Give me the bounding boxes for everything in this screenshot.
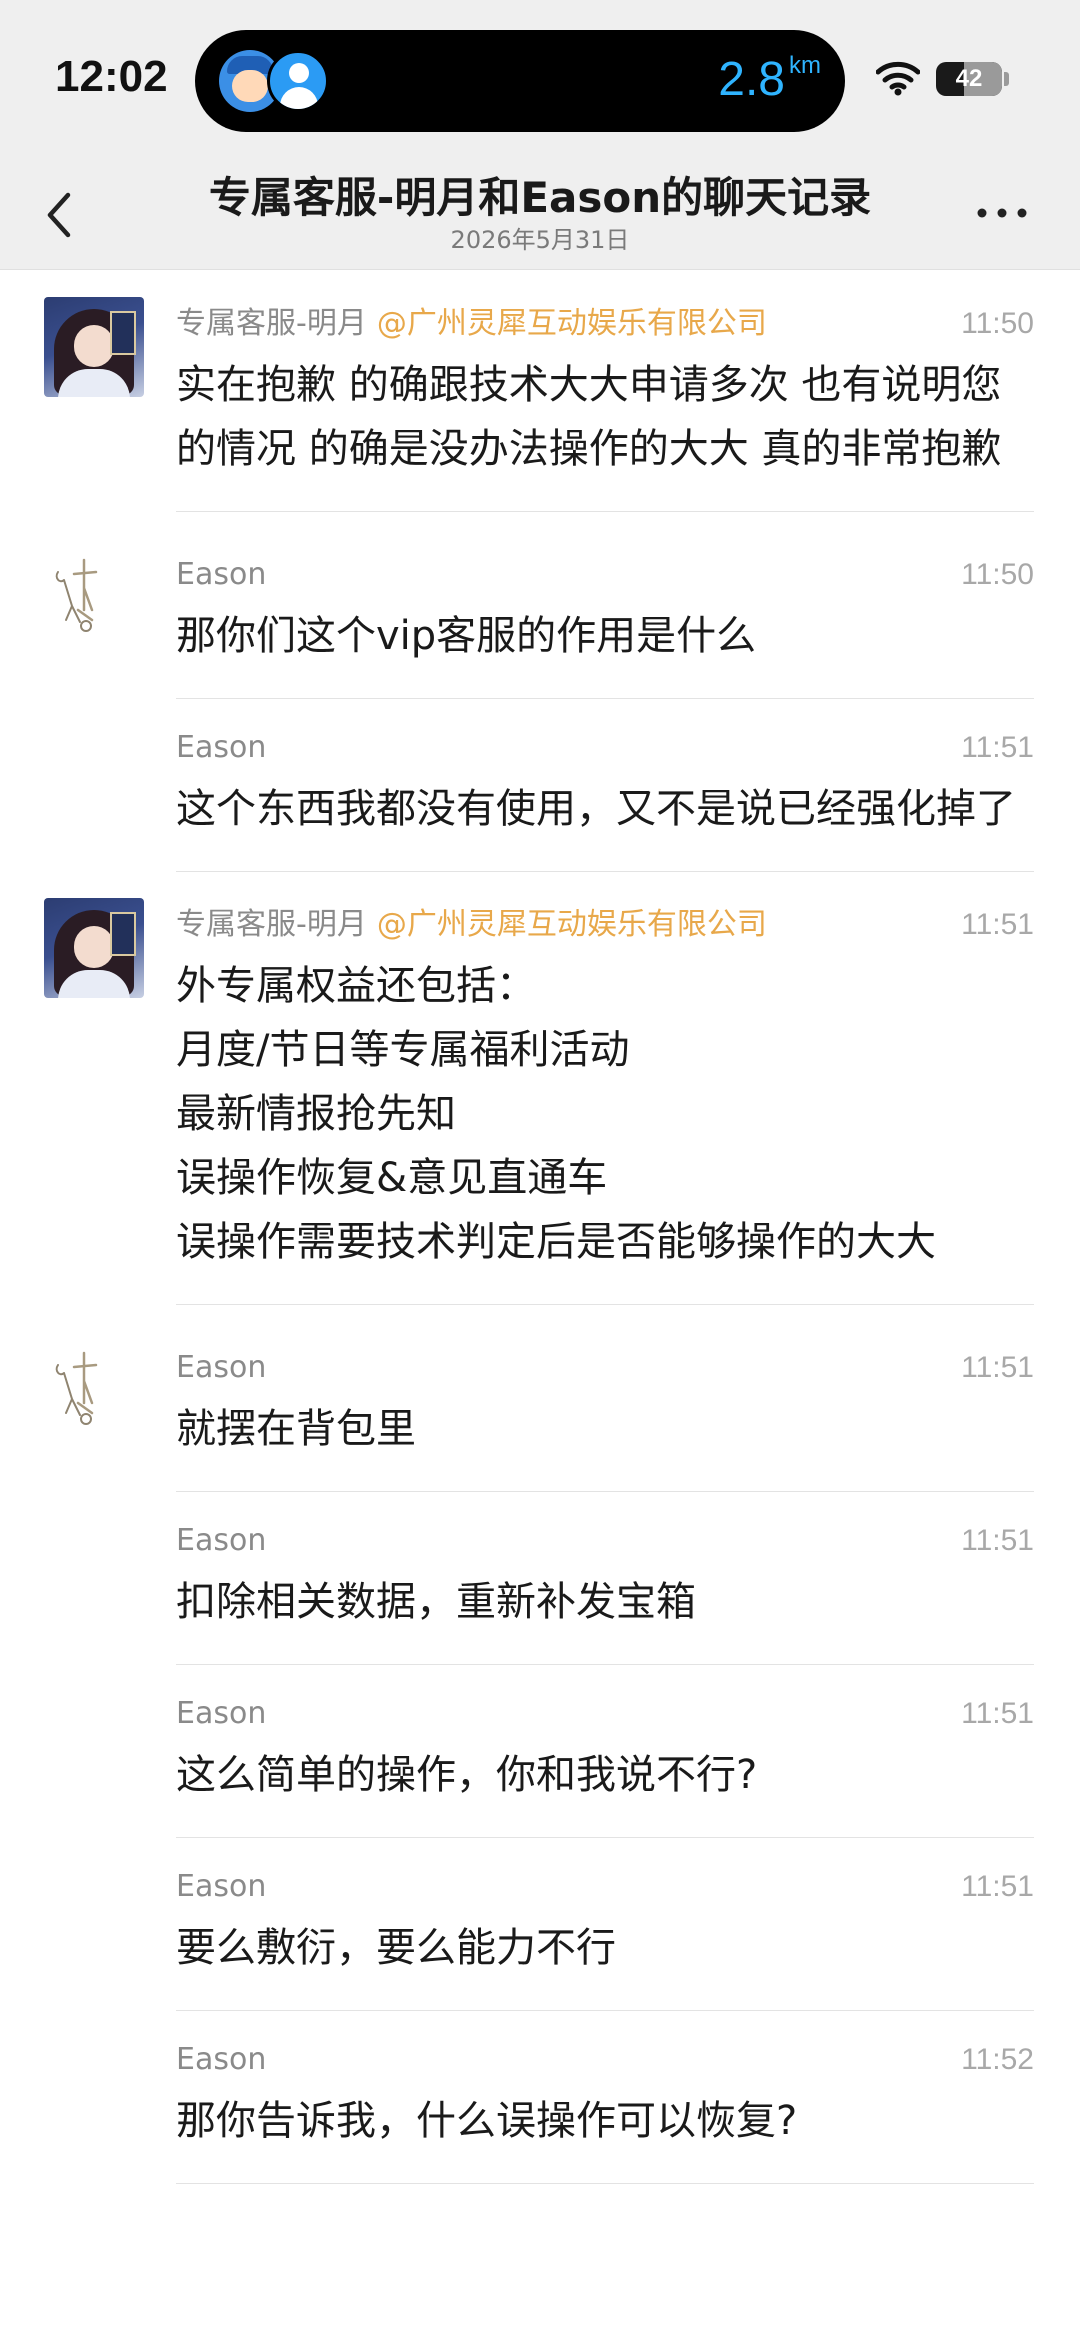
back-chevron-icon[interactable] — [36, 180, 86, 250]
chat-message[interactable]: Eason 11:51 就摆在背包里 — [0, 1305, 1080, 1492]
dynamic-island[interactable]: 2.8 km — [195, 30, 845, 132]
message-text: 扣除相关数据，重新补发宝箱 — [176, 1579, 696, 1625]
agent-avatar[interactable] — [44, 898, 144, 998]
battery-icon: 42 — [936, 62, 1002, 96]
chat-message[interactable]: Eason 11:52 那你告诉我，什么误操作可以恢复? — [0, 2011, 1080, 2184]
message-sender: Eason — [176, 1685, 266, 1743]
message-time: 11:51 — [961, 1351, 1034, 1384]
sender-name: Eason — [176, 1523, 267, 1558]
chat-message[interactable]: Eason 11:51 这么简单的操作，你和我说不行? — [0, 1665, 1080, 1838]
message-time: 11:51 — [961, 1524, 1034, 1557]
message-divider — [176, 2183, 1034, 2184]
message-text: 那你们这个vip客服的作用是什么 — [176, 613, 757, 659]
chat-message[interactable]: 专属客服-明月 @广州灵犀互动娱乐有限公司 11:51 外专属权益还包括： 月度/节日… — [0, 872, 1080, 1305]
message-text: 这个东西我都没有使用，又不是说已经强化掉了 — [176, 786, 1016, 832]
sender-name: Eason — [176, 1869, 267, 1904]
chat-message[interactable]: Eason 11:51 这个东西我都没有使用，又不是说已经强化掉了 — [0, 699, 1080, 872]
chat-history-list[interactable]: 专属客服-明月 @广州灵犀互动娱乐有限公司 11:50 实在抱歉 的确跟技术大大申请多… — [0, 271, 1080, 2184]
sender-name: 专属客服-明月 — [176, 907, 367, 942]
message-sender: 专属客服-明月 @广州灵犀互动娱乐有限公司 — [176, 295, 767, 353]
sender-name: 专属客服-明月 — [176, 306, 367, 341]
sender-name: Eason — [176, 730, 267, 765]
sender-organization: @广州灵犀互动娱乐有限公司 — [376, 306, 767, 341]
nav-bar: 专属客服-明月和Eason的聊天记录 2026年5月31日 — [0, 160, 1080, 270]
battery-level: 42 — [955, 65, 983, 92]
distance-readout: 2.8 km — [718, 52, 821, 107]
distance-unit: km — [789, 52, 821, 79]
message-text: 要么敷衍，要么能力不行 — [176, 1925, 616, 1971]
message-sender: 专属客服-明月 @广州灵犀互动娱乐有限公司 — [176, 896, 767, 954]
sender-name: Eason — [176, 1350, 267, 1385]
agent-avatar[interactable] — [44, 297, 144, 397]
status-bar: 12:02 2.8 km 42 — [0, 0, 1080, 160]
message-sender: Eason — [176, 1339, 266, 1397]
message-text: 实在抱歉 的确跟技术大大申请多次 也有说明您的情况 的确是没办法操作的大大 真的… — [176, 362, 1002, 472]
message-time: 11:51 — [961, 1870, 1034, 1903]
message-sender: Eason — [176, 719, 266, 777]
message-text: 这么简单的操作，你和我说不行? — [176, 1752, 758, 1798]
message-time: 11:50 — [961, 558, 1034, 591]
message-sender: Eason — [176, 1858, 266, 1916]
wifi-icon — [876, 61, 920, 96]
user-avatar[interactable] — [44, 548, 144, 648]
page-subtitle: 2026年5月31日 — [450, 226, 630, 254]
message-sender: Eason — [176, 1512, 266, 1570]
message-time: 11:51 — [961, 1697, 1034, 1730]
message-time: 11:51 — [961, 731, 1034, 764]
message-text: 外专属权益还包括： 月度/节日等专属福利活动 最新情报抢先知 误操作恢复&意见直… — [176, 963, 936, 1265]
chat-message[interactable]: Eason 11:51 扣除相关数据，重新补发宝箱 — [0, 1492, 1080, 1665]
page-title: 专属客服-明月和Eason的聊天记录 — [208, 173, 872, 222]
message-time: 11:52 — [961, 2043, 1034, 2076]
distance-value: 2.8 — [718, 53, 785, 106]
sender-name: Eason — [176, 2042, 267, 2077]
status-time: 12:02 — [55, 52, 168, 101]
message-text: 就摆在背包里 — [176, 1406, 416, 1452]
sender-organization: @广州灵犀互动娱乐有限公司 — [376, 907, 767, 942]
user-avatar[interactable] — [44, 1341, 144, 1441]
chat-message[interactable]: 专属客服-明月 @广州灵犀互动娱乐有限公司 11:50 实在抱歉 的确跟技术大大申请多… — [0, 271, 1080, 512]
message-sender: Eason — [176, 546, 266, 604]
more-options-icon[interactable] — [972, 198, 1032, 228]
chat-message[interactable]: Eason 11:51 要么敷衍，要么能力不行 — [0, 1838, 1080, 2011]
battery-nub — [1004, 72, 1009, 86]
sender-name: Eason — [176, 1696, 267, 1731]
message-sender: Eason — [176, 2031, 266, 2089]
contact-avatar-icon — [267, 50, 329, 112]
sender-name: Eason — [176, 557, 267, 592]
message-time: 11:50 — [961, 307, 1034, 340]
message-time: 11:51 — [961, 908, 1034, 941]
chat-message[interactable]: Eason 11:50 那你们这个vip客服的作用是什么 — [0, 512, 1080, 699]
message-text: 那你告诉我，什么误操作可以恢复? — [176, 2098, 798, 2144]
